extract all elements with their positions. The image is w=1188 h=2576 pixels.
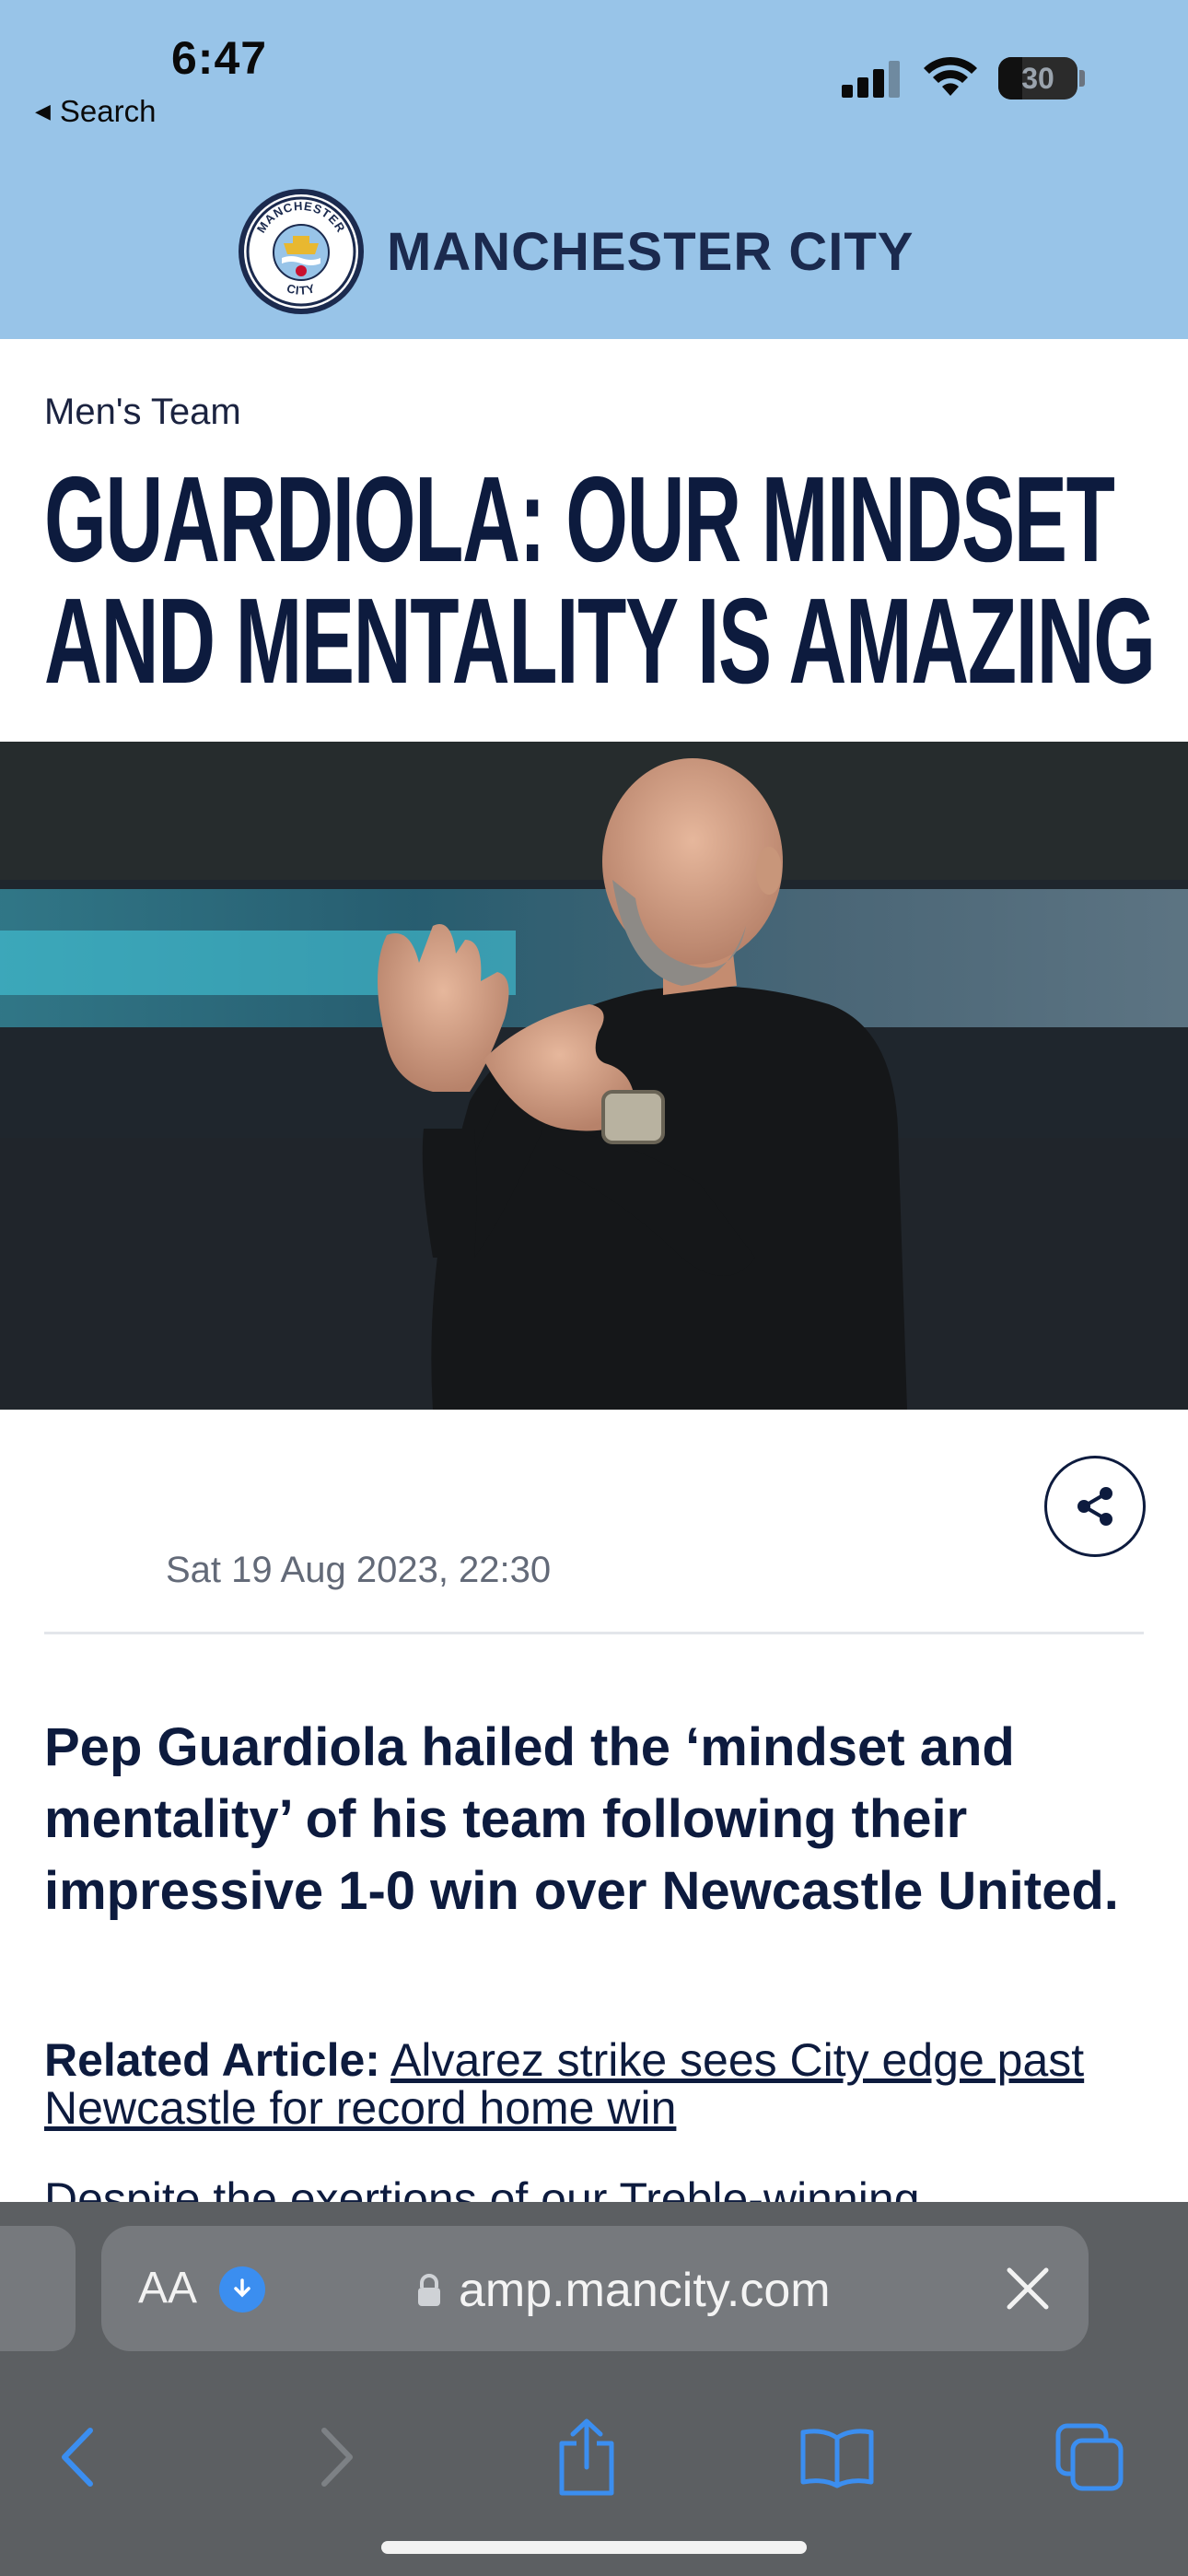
tabs-icon[interactable] <box>1048 2416 1131 2499</box>
back-triangle-icon: ◀ <box>35 100 51 123</box>
battery-level: 30 <box>1021 62 1054 95</box>
battery-icon: 30 <box>998 57 1077 100</box>
previous-tab-preview[interactable] <box>0 2226 76 2351</box>
close-icon[interactable] <box>1004 2265 1052 2313</box>
svg-text:CITY: CITY <box>285 281 318 298</box>
share-sheet-icon[interactable] <box>545 2416 628 2499</box>
site-header: 6:47 ◀ Search 30 MANCHESTER CITY MANCHES… <box>0 0 1188 339</box>
cellular-signal-icon <box>842 61 900 98</box>
back-to-search-button[interactable]: ◀ Search <box>35 94 156 129</box>
headline-line-1: GUARDIOLA: OUR MINDSET <box>44 451 1115 587</box>
url-display[interactable]: amp.mancity.com <box>416 2263 831 2318</box>
url-text: amp.mancity.com <box>459 2264 831 2317</box>
back-label: Search <box>59 94 157 128</box>
brand-wordmark[interactable]: MANCHESTER CITY <box>387 221 914 283</box>
related-label: Related Article: <box>44 2034 380 2086</box>
headline-line-2: AND MENTALITY IS AMAZING <box>44 573 1156 708</box>
share-icon <box>1077 1487 1112 1526</box>
lock-icon <box>418 2274 440 2306</box>
bookmarks-icon[interactable] <box>796 2416 879 2499</box>
wifi-icon <box>924 56 977 96</box>
article-category[interactable]: Men's Team <box>44 392 241 433</box>
club-crest-logo[interactable]: MANCHESTER CITY <box>236 186 367 317</box>
back-icon[interactable] <box>37 2416 120 2499</box>
article-lead: Pep Guardiola hailed the ‘mindset and me… <box>44 1717 1119 1921</box>
reader-settings-button[interactable]: AA <box>138 2263 197 2313</box>
article-headline: GUARDIOLA: OUR MINDSET AND MENTALITY IS … <box>44 451 1156 708</box>
body-text: Despite the exertions of our Treble-winn… <box>44 2173 920 2204</box>
browser-toolbar: AA amp.mancity.com <box>0 2202 1188 2576</box>
divider <box>44 1632 1144 1634</box>
home-indicator <box>381 2541 807 2554</box>
forward-icon[interactable] <box>295 2416 378 2499</box>
hero-image <box>0 742 1188 1410</box>
publish-date: Sat 19 Aug 2023, 22:30 <box>166 1550 552 1590</box>
status-time: 6:47 <box>171 32 268 84</box>
browser-nav-row <box>0 2416 1188 2499</box>
address-bar[interactable]: AA amp.mancity.com <box>101 2226 1089 2351</box>
share-button[interactable] <box>1044 1456 1146 1557</box>
download-icon[interactable] <box>219 2266 265 2313</box>
article-body-paragraph: Despite the exertions of our Treble-winn… <box>44 2167 1159 2204</box>
related-article: Related Article: Alvarez strike sees Cit… <box>44 2036 1159 2132</box>
